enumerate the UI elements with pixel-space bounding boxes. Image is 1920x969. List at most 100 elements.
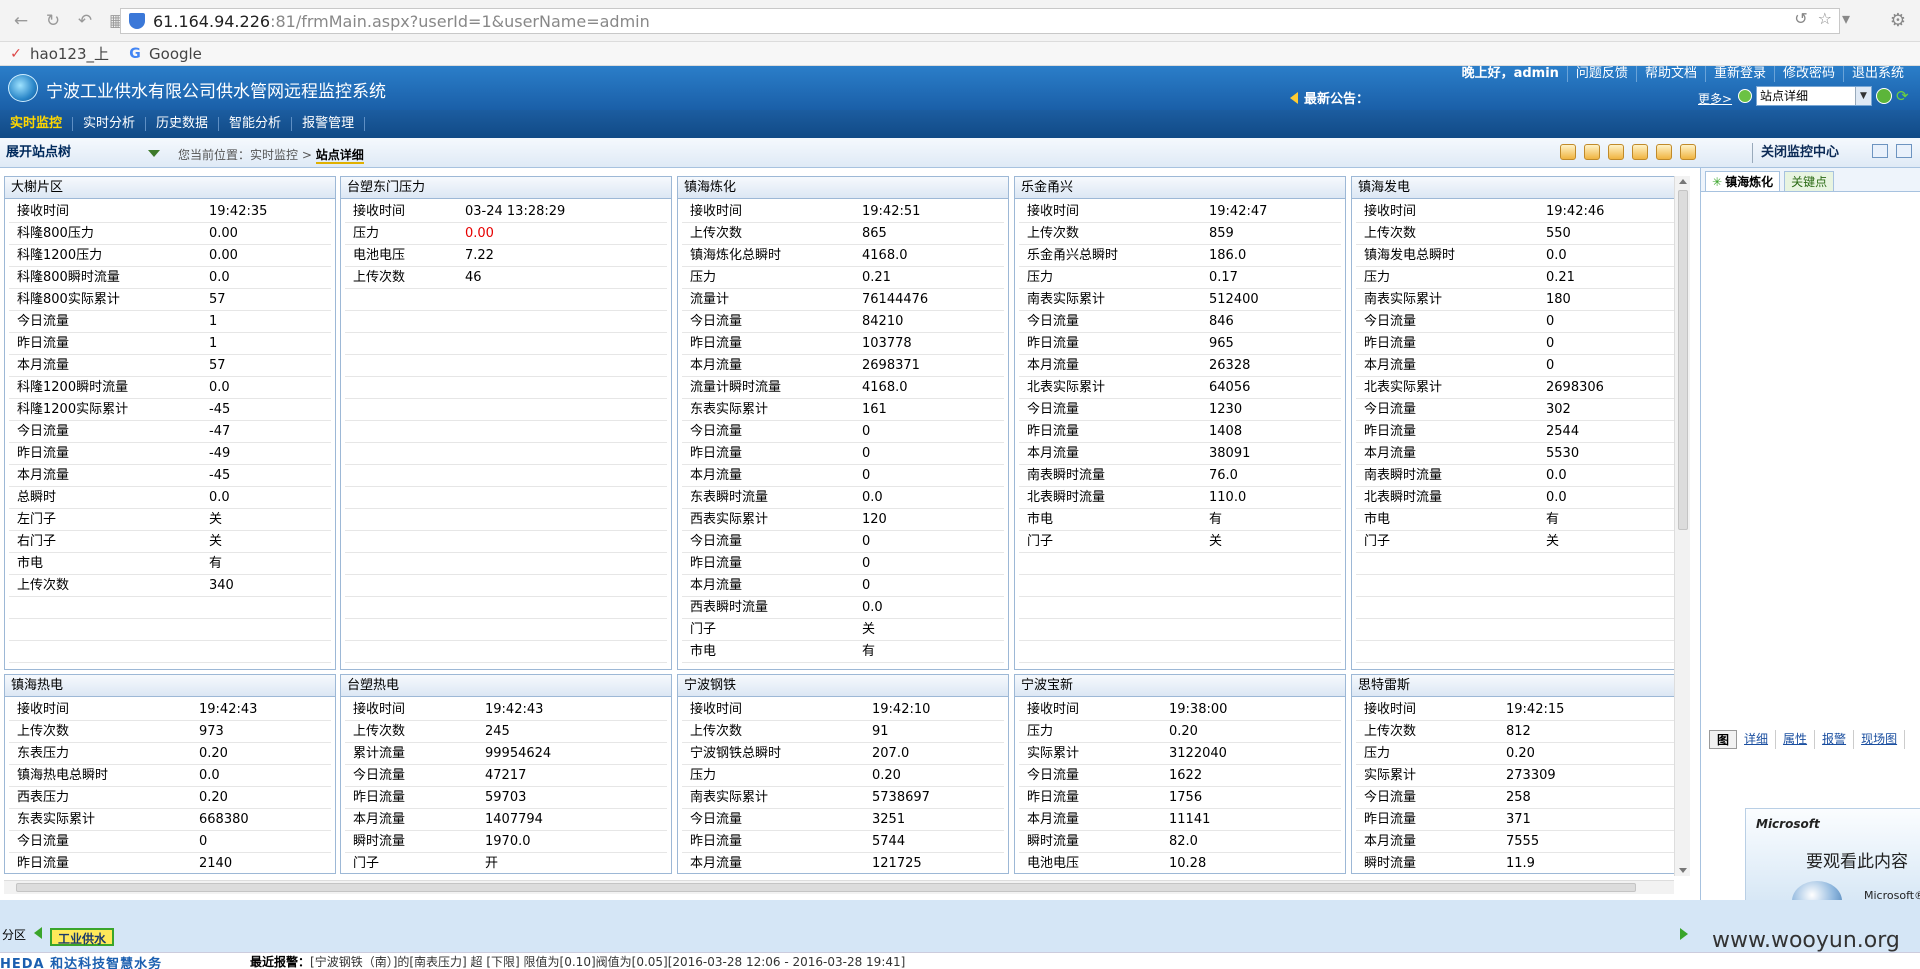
zone-tab-industrial-water[interactable]: 工业供水 bbox=[50, 928, 115, 946]
logout-link[interactable]: 退出系统 bbox=[1842, 66, 1912, 82]
watermark: www.wooyun.org bbox=[1712, 928, 1900, 953]
field-label: 镇海炼化总瞬时 bbox=[690, 248, 782, 263]
help-link[interactable]: 帮助文档 bbox=[1635, 66, 1705, 82]
bookmark-label: hao123_上 bbox=[30, 45, 110, 63]
subtab-property[interactable]: 属性 bbox=[1776, 730, 1816, 749]
table-row: 昨日流量 2140 bbox=[9, 853, 331, 873]
subtab-chart[interactable]: 图 bbox=[1709, 730, 1738, 749]
edit-tool-icon[interactable] bbox=[1608, 144, 1624, 160]
field-value: 512400 bbox=[1209, 292, 1259, 307]
field-value: 1407794 bbox=[485, 812, 543, 827]
maximize-window-icon[interactable] bbox=[1896, 144, 1912, 158]
menu-realtime-monitor[interactable]: 实时监控 bbox=[0, 117, 74, 131]
silverlight-install-prompt[interactable]: Microsoft 要观看此内容 Microsoft® bbox=[1745, 808, 1920, 921]
restore-window-icon[interactable] bbox=[1872, 144, 1888, 158]
scrollbar-thumb[interactable] bbox=[1678, 190, 1688, 530]
zone-next-icon[interactable] bbox=[1680, 928, 1688, 940]
history-icon[interactable]: ↶ bbox=[74, 10, 96, 32]
zone-prev-icon[interactable] bbox=[34, 927, 42, 939]
field-label: 南表瞬时流量 bbox=[1364, 468, 1443, 483]
feedback-link[interactable]: 问题反馈 bbox=[1566, 66, 1636, 82]
table-row: 昨日流量 59703 bbox=[345, 787, 667, 809]
empty-row bbox=[345, 509, 667, 531]
field-value: 76144476 bbox=[862, 292, 929, 307]
field-value: 2698371 bbox=[862, 358, 920, 373]
grid-tool-icon[interactable] bbox=[1656, 144, 1672, 160]
field-label: 门子 bbox=[353, 856, 380, 871]
field-label: 昨日流量 bbox=[17, 856, 70, 871]
bookmark-google[interactable]: G Google bbox=[127, 45, 202, 63]
go-icon[interactable] bbox=[1876, 88, 1892, 104]
table-row: 昨日流量 1408 bbox=[1019, 421, 1341, 443]
more-link[interactable]: 更多> bbox=[1698, 90, 1732, 107]
field-value: 有 bbox=[1546, 512, 1560, 527]
table-row: 压力 0.21 bbox=[682, 267, 1004, 289]
empty-row bbox=[345, 355, 667, 377]
table-row: 南表实际累计 180 bbox=[1356, 289, 1678, 311]
wrench-icon[interactable]: ⚙ bbox=[1890, 10, 1906, 31]
table-row: 接收时间 19:42:47 bbox=[1019, 201, 1341, 223]
tab-zhenhai-refining[interactable]: ✳ 镇海炼化 bbox=[1705, 171, 1781, 191]
menu-smart-analysis[interactable]: 智能分析 bbox=[219, 117, 293, 131]
empty-row bbox=[1356, 641, 1678, 663]
menu-alarm-management[interactable]: 报警管理 bbox=[292, 117, 366, 131]
report-tool-icon[interactable] bbox=[1632, 144, 1648, 160]
expand-site-tree-button[interactable]: 展开站点树 bbox=[2, 142, 164, 164]
bookmark-hao123[interactable]: ✓ hao123_上 bbox=[8, 43, 109, 64]
menu-history-data[interactable]: 历史数据 bbox=[146, 117, 220, 131]
table-row: 今日流量 84210 bbox=[682, 311, 1004, 333]
field-label: 西表压力 bbox=[17, 790, 70, 805]
compat-icon[interactable]: ↺ bbox=[1794, 9, 1807, 28]
empty-row bbox=[1019, 597, 1341, 619]
empty-row bbox=[345, 421, 667, 443]
field-value: 46 bbox=[465, 270, 482, 285]
field-value: 161 bbox=[862, 402, 887, 417]
menu-realtime-analysis[interactable]: 实时分析 bbox=[73, 117, 147, 131]
site-panel-title: 镇海热电 bbox=[5, 675, 335, 697]
tool-icons bbox=[1560, 144, 1696, 160]
field-value: 19:42:10 bbox=[872, 702, 931, 717]
address-bar[interactable]: 61.164.94.226:81/frmMain.aspx?userId=1&u… bbox=[120, 8, 1840, 34]
dropdown-icon[interactable]: ▾ bbox=[1842, 9, 1850, 28]
refresh-icon[interactable]: ↻ bbox=[42, 10, 64, 32]
empty-row bbox=[345, 575, 667, 597]
horizontal-scrollbar[interactable] bbox=[4, 880, 1674, 894]
field-value: 57 bbox=[209, 358, 226, 373]
table-row: 压力 0.20 bbox=[1356, 743, 1678, 765]
table-row: 实际累计 3122040 bbox=[1019, 743, 1341, 765]
search-tool-icon[interactable] bbox=[1584, 144, 1600, 160]
site-select[interactable]: 站点详细 ▼ bbox=[1756, 86, 1872, 106]
table-row: 北表瞬时流量 110.0 bbox=[1019, 487, 1341, 509]
relogin-link[interactable]: 重新登录 bbox=[1704, 66, 1774, 82]
empty-row bbox=[345, 641, 667, 663]
microsoft-brand: Microsoft bbox=[1756, 817, 1820, 831]
table-row: 电池电压 7.22 bbox=[345, 245, 667, 267]
latest-alarm[interactable]: 最近报警：[宁波钢铁（南）]的[南表压力] 超 [下限] 限值为[0.10]阀值… bbox=[250, 953, 905, 969]
field-label: 本月流量 bbox=[1364, 834, 1417, 849]
scroll-up-icon[interactable] bbox=[1679, 179, 1687, 184]
refresh-arrows-icon[interactable]: ⟳ bbox=[1896, 88, 1912, 104]
change-password-link[interactable]: 修改密码 bbox=[1773, 66, 1843, 82]
star-icon[interactable]: ☆ bbox=[1818, 9, 1832, 28]
field-value: 有 bbox=[1209, 512, 1223, 527]
table-row: 本月流量 -45 bbox=[9, 465, 331, 487]
subtab-detail[interactable]: 详细 bbox=[1737, 730, 1777, 749]
alarm-strip: HEDA 和达科技智慧水务 最近报警：[宁波钢铁（南）]的[南表压力] 超 [下… bbox=[0, 952, 1920, 969]
more-go-icon[interactable] bbox=[1738, 89, 1752, 103]
field-label: 上传次数 bbox=[1364, 226, 1417, 241]
alert-tool-icon[interactable] bbox=[1680, 144, 1696, 160]
back-icon[interactable]: ← bbox=[10, 10, 32, 32]
tab-key-points[interactable]: 关键点 bbox=[1784, 171, 1835, 191]
scrollbar-thumb[interactable] bbox=[16, 883, 1636, 892]
field-label: 昨日流量 bbox=[1364, 812, 1417, 827]
field-value: 180 bbox=[1546, 292, 1571, 307]
table-row: 压力 0.00 bbox=[345, 223, 667, 245]
subtab-alarm[interactable]: 报警 bbox=[1815, 730, 1855, 749]
scroll-down-icon[interactable] bbox=[1679, 868, 1687, 873]
subtab-site-image[interactable]: 现场图 bbox=[1854, 730, 1906, 749]
table-row: 瞬时流量 11.9 bbox=[1356, 853, 1678, 873]
close-monitor-center-button[interactable]: 关闭监控中心 bbox=[1752, 143, 1862, 163]
vertical-scrollbar[interactable] bbox=[1674, 176, 1690, 876]
chart-tool-icon[interactable] bbox=[1560, 144, 1576, 160]
field-value: 0.0 bbox=[209, 380, 230, 395]
